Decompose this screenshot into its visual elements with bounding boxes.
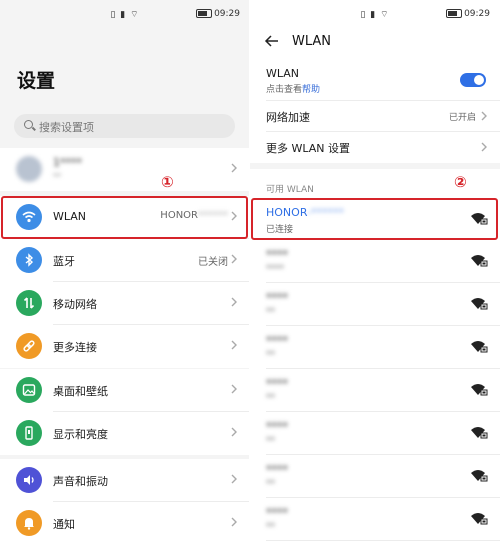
signal-status-icons: ▯ ▮ ⌔: [360, 10, 390, 20]
chevron-right-icon: [231, 254, 237, 264]
network-name: ****: [266, 420, 288, 433]
display-group: 桌面和壁纸 显示和亮度: [0, 369, 250, 455]
sound-group: 声音和振动 通知: [0, 459, 250, 541]
settings-item-display[interactable]: 显示和亮度: [0, 412, 250, 455]
settings-item-label: 通知: [53, 518, 75, 531]
chevron-right-icon: [231, 517, 237, 527]
wifi-signal-locked-icon: [471, 384, 488, 396]
bluetooth-icon: [16, 247, 42, 273]
wlan-toggle-row[interactable]: WLAN 点击查看帮助: [250, 62, 500, 100]
status-time: 09:29: [464, 9, 490, 19]
chevron-right-icon: [231, 384, 237, 394]
bell-icon: [16, 510, 42, 536]
highlight-box-wlan: [1, 196, 248, 239]
step-marker-1: ①: [161, 173, 174, 191]
network-acceleration-row[interactable]: 网络加速 已开启: [250, 101, 500, 131]
network-state: **: [266, 307, 275, 317]
search-input[interactable]: 搜索设置项: [14, 114, 235, 138]
available-wlan-label: 可用 WLAN: [266, 185, 314, 195]
account-name: 1****: [53, 156, 82, 169]
network-state: **: [266, 393, 275, 403]
avatar: [16, 156, 42, 182]
wifi-signal-locked-icon: [471, 298, 488, 310]
battery-icon: [446, 9, 462, 18]
wlan-toggle[interactable]: [460, 73, 486, 87]
chevron-right-icon: [231, 163, 237, 173]
accel-label: 网络加速: [266, 111, 310, 124]
settings-item-label: 桌面和壁纸: [53, 385, 108, 398]
chevron-right-icon: [231, 297, 237, 307]
search-icon: [24, 120, 33, 129]
settings-item-sound[interactable]: 声音和振动: [0, 459, 250, 502]
settings-item-more-connections[interactable]: 更多连接: [0, 325, 250, 368]
network-name: ****: [266, 377, 288, 390]
network-name: ****: [266, 248, 288, 261]
settings-item-label: 显示和亮度: [53, 428, 108, 441]
display-icon: [16, 420, 42, 446]
network-name: ****: [266, 463, 288, 476]
settings-item-mobile-network[interactable]: 移动网络: [0, 282, 250, 325]
settings-item-wallpaper[interactable]: 桌面和壁纸: [0, 369, 250, 412]
network-state: **: [266, 522, 275, 532]
wifi-signal-locked-icon: [471, 470, 488, 482]
mobile-network-icon: [16, 290, 42, 316]
search-placeholder: 搜索设置项: [39, 121, 94, 134]
wlan-network[interactable]: **** **: [250, 283, 500, 326]
wlan-network[interactable]: **** **: [250, 369, 500, 412]
wlan-network[interactable]: **** ****: [250, 240, 500, 283]
status-bar: ▯ ▮ ⌔ 09:29: [250, 0, 500, 28]
account-sub: **: [53, 172, 61, 181]
page-title: WLAN: [292, 34, 332, 49]
wlan-label: WLAN: [266, 67, 300, 80]
wlan-network[interactable]: **** **: [250, 412, 500, 455]
settings-item-label: 更多连接: [53, 341, 97, 354]
chevron-right-icon: [481, 111, 487, 121]
wlan-network[interactable]: **** **: [250, 326, 500, 369]
settings-item-label: 蓝牙: [53, 255, 75, 268]
help-link[interactable]: 帮助: [302, 85, 320, 95]
settings-item-value: 已关闭: [198, 257, 228, 268]
network-state: **: [266, 350, 275, 360]
back-arrow-icon[interactable]: [264, 33, 280, 49]
chevron-right-icon: [231, 427, 237, 437]
network-state: **: [266, 479, 275, 489]
chevron-right-icon: [231, 340, 237, 350]
wlan-network[interactable]: **** **: [250, 498, 500, 541]
section-gap: [250, 163, 500, 169]
accel-value: 已开启: [448, 113, 476, 123]
wifi-signal-locked-icon: [471, 513, 488, 525]
step-marker-2: ②: [454, 173, 467, 191]
more-wlan-settings-row[interactable]: 更多 WLAN 设置: [250, 132, 500, 162]
page-title: 设置: [17, 70, 56, 92]
settings-item-label: 移动网络: [53, 298, 97, 311]
account-row[interactable]: 1**** **: [0, 148, 250, 191]
wifi-signal-locked-icon: [471, 427, 488, 439]
battery-icon: [196, 9, 212, 18]
settings-item-notifications[interactable]: 通知: [0, 502, 250, 541]
wifi-signal-locked-icon: [471, 341, 488, 353]
chevron-right-icon: [481, 142, 487, 152]
signal-status-icons: ▯ ▮ ⌔: [110, 10, 140, 20]
status-bar: ▯ ▮ ⌔ 09:29: [0, 0, 250, 28]
settings-item-label: 声音和振动: [53, 475, 108, 488]
network-name: ****: [266, 334, 288, 347]
highlight-box-connected-network: [251, 198, 498, 240]
wifi-signal-locked-icon: [471, 255, 488, 267]
wlan-network[interactable]: **** **: [250, 455, 500, 498]
network-state: **: [266, 436, 275, 446]
settings-item-bluetooth[interactable]: 蓝牙 已关闭: [0, 239, 250, 282]
wlan-screen: ▯ ▮ ⌔ 09:29 WLAN WLAN 点击查看帮助 网络加速 已开启 更多…: [250, 0, 500, 541]
network-name: ****: [266, 506, 288, 519]
sound-icon: [16, 467, 42, 493]
chevron-right-icon: [231, 474, 237, 484]
link-icon: [16, 333, 42, 359]
network-name: ****: [266, 291, 288, 304]
network-state: ****: [266, 264, 284, 274]
wlan-help-text: 点击查看帮助: [266, 85, 321, 95]
settings-screen: ▯ ▮ ⌔ 09:29 设置 搜索设置项 1**** ** WLAN HONOR…: [0, 0, 250, 541]
wallpaper-icon: [16, 377, 42, 403]
status-time: 09:29: [214, 9, 240, 19]
more-wlan-label: 更多 WLAN 设置: [266, 142, 351, 155]
